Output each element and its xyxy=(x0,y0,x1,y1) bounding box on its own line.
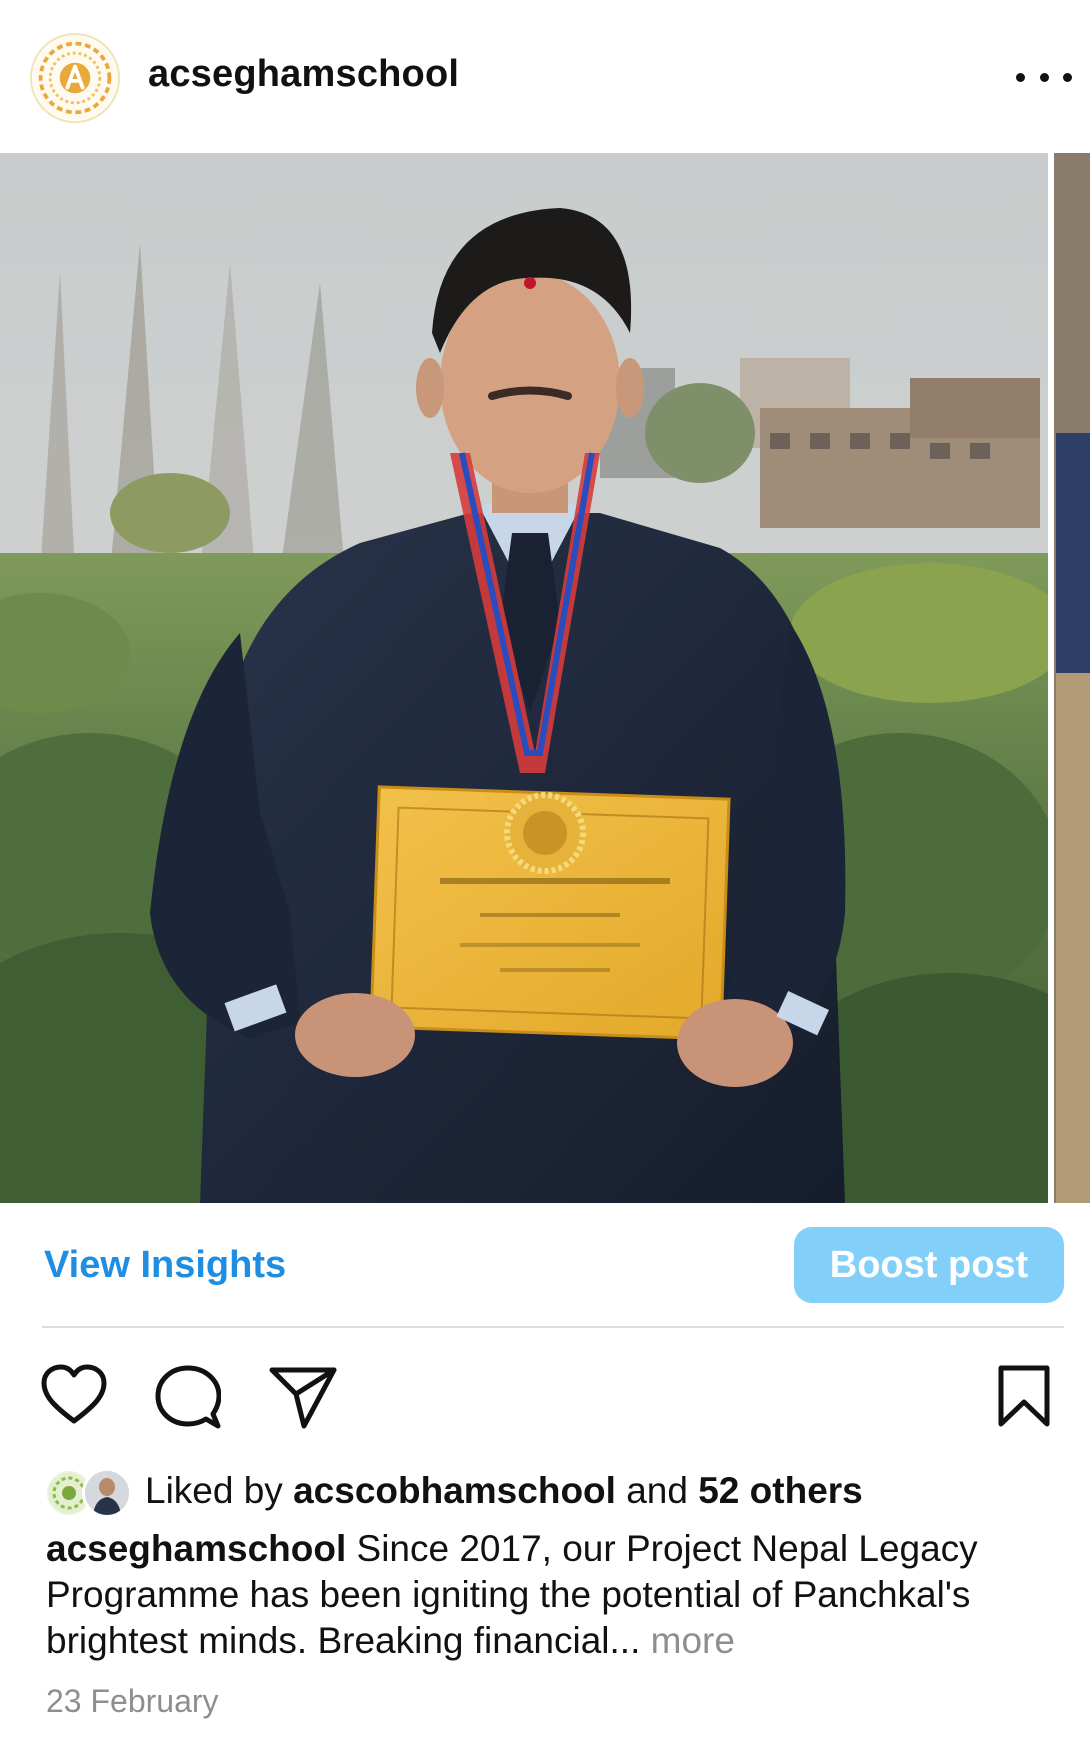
share-send-icon[interactable] xyxy=(268,1364,338,1430)
post-date: 23 February xyxy=(46,1683,219,1719)
post-header: acseghamschool xyxy=(0,0,1090,153)
likes-summary[interactable]: Liked by acscobhamschool and 52 others xyxy=(145,1470,863,1512)
bookmark-icon[interactable] xyxy=(996,1364,1052,1428)
like-heart-icon[interactable] xyxy=(40,1364,108,1426)
liker-username[interactable]: acscobhamschool xyxy=(293,1470,616,1511)
profile-avatar[interactable] xyxy=(30,33,120,123)
view-insights-link[interactable]: View Insights xyxy=(44,1244,286,1287)
boost-post-button[interactable]: Boost post xyxy=(794,1227,1064,1303)
likes-others-count[interactable]: 52 others xyxy=(698,1470,863,1511)
post-photo xyxy=(0,153,1090,1203)
post-username[interactable]: acseghamschool xyxy=(148,53,459,96)
divider xyxy=(42,1326,1064,1328)
likes-middle: and xyxy=(626,1470,688,1511)
caption-more-link[interactable]: more xyxy=(651,1620,735,1661)
dot xyxy=(1039,72,1049,82)
liker-avatar[interactable] xyxy=(82,1468,132,1518)
more-options-icon[interactable] xyxy=(1016,62,1072,92)
dot xyxy=(1016,72,1025,82)
post-image[interactable] xyxy=(0,153,1090,1203)
dot xyxy=(1063,72,1072,82)
liker-avatars xyxy=(44,1468,136,1518)
likes-prefix: Liked by xyxy=(145,1470,283,1511)
caption-username[interactable]: acseghamschool xyxy=(46,1528,346,1569)
comment-bubble-icon[interactable] xyxy=(155,1364,221,1430)
post-caption: acseghamschool Since 2017, our Project N… xyxy=(46,1526,1066,1664)
school-logo-icon xyxy=(32,35,118,121)
